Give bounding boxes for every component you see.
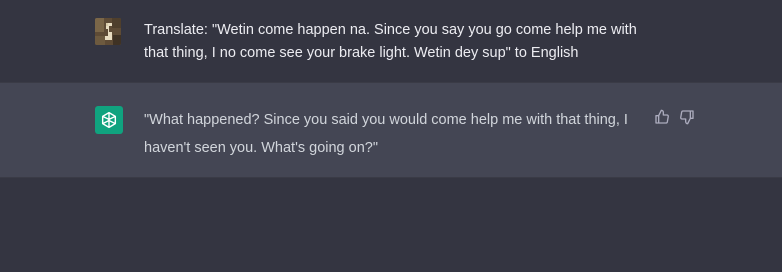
openai-logo-icon [101, 111, 117, 129]
thumbs-up-icon [654, 109, 669, 124]
assistant-avatar [95, 106, 123, 134]
user-message-text: Translate: "Wetin come happen na. Since … [144, 22, 637, 61]
assistant-message-text: "What happened? Since you said you would… [144, 112, 628, 156]
user-message-row: Translate: "Wetin come happen na. Since … [0, 0, 782, 82]
thumbs-up-button[interactable] [653, 108, 670, 125]
thumbs-down-icon [679, 109, 694, 124]
assistant-message-row: "What happened? Since you said you would… [0, 82, 782, 178]
feedback-buttons [653, 108, 695, 125]
user-avatar [95, 18, 121, 45]
thumbs-down-button[interactable] [678, 108, 695, 125]
chat-page: Translate: "Wetin come happen na. Since … [0, 0, 782, 272]
user-avatar-image [95, 18, 121, 45]
